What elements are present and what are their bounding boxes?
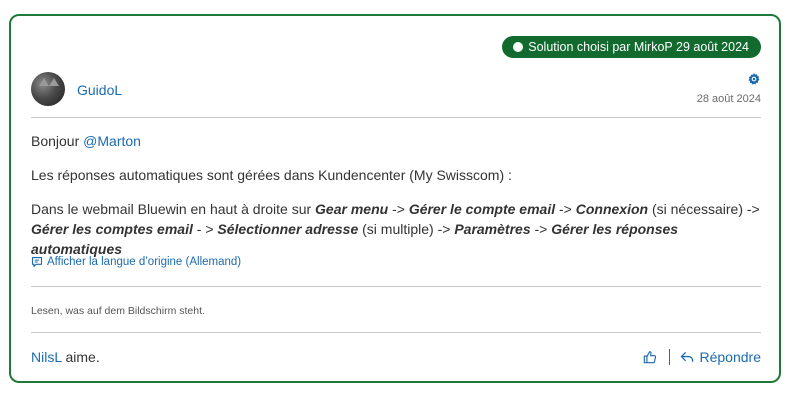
divider	[31, 117, 761, 118]
solution-badge: Solution choisi par MirkoP 29 août 2024	[502, 36, 761, 58]
likes-line: NilsL aime.	[31, 349, 100, 365]
thumbs-up-icon[interactable]	[643, 350, 657, 364]
path-text: (si multiple) ->	[358, 221, 455, 237]
path-step: Gérer le compte email	[408, 201, 556, 217]
path-text: ->	[530, 221, 552, 237]
path-step: Gérer les comptes email	[31, 221, 193, 237]
path-text: Dans le webmail Bluewin en haut à droite…	[31, 201, 316, 217]
path-step: Connexion	[575, 201, 649, 217]
actions-separator	[668, 349, 670, 365]
reply-button[interactable]: Répondre	[680, 349, 762, 365]
path-step: Gear menu	[315, 201, 389, 217]
reply-label: Répondre	[699, 349, 762, 365]
divider	[31, 286, 761, 287]
greeting-line: Bonjour @Marton	[31, 131, 761, 151]
instructions-path: Dans le webmail Bluewin en haut à droite…	[31, 199, 761, 259]
solution-badge-label: Solution choisi par MirkoP 29 août 2024	[528, 40, 749, 54]
likes-suffix: aime.	[61, 349, 100, 365]
path-text: ->	[555, 201, 576, 217]
avatar-ear	[49, 78, 59, 86]
solution-dot-icon	[513, 42, 524, 52]
path-step: Paramètres	[454, 221, 531, 237]
path-step: Sélectionner adresse	[217, 221, 359, 237]
mention-link[interactable]: @Marton	[83, 133, 141, 149]
author-name[interactable]: GuidoL	[77, 82, 122, 98]
translate-label: Afficher la langue d’origine (Allemand)	[47, 256, 242, 268]
avatar-ear	[39, 78, 49, 86]
liker-link[interactable]: NilsL	[31, 349, 62, 365]
post-actions: Répondre	[643, 349, 762, 365]
path-text: - >	[192, 221, 218, 237]
avatar[interactable]	[31, 72, 65, 106]
path-text: ->	[388, 201, 409, 217]
translate-link[interactable]: Afficher la langue d’origine (Allemand)	[31, 256, 241, 268]
signature: Lesen, was auf dem Bildschirm steht.	[31, 305, 205, 317]
divider	[31, 332, 761, 333]
reply-arrow-icon	[680, 352, 693, 362]
post-card: Solution choisi par MirkoP 29 août 2024 …	[9, 14, 781, 383]
gear-icon[interactable]	[747, 72, 761, 86]
speech-bubble-icon	[31, 256, 43, 268]
greeting-text: Bonjour	[31, 133, 84, 149]
post-date: 28 août 2024	[696, 93, 761, 105]
path-text: (si nécessaire) ->	[648, 201, 760, 217]
body-line: Les réponses automatiques sont gérées da…	[31, 167, 512, 183]
